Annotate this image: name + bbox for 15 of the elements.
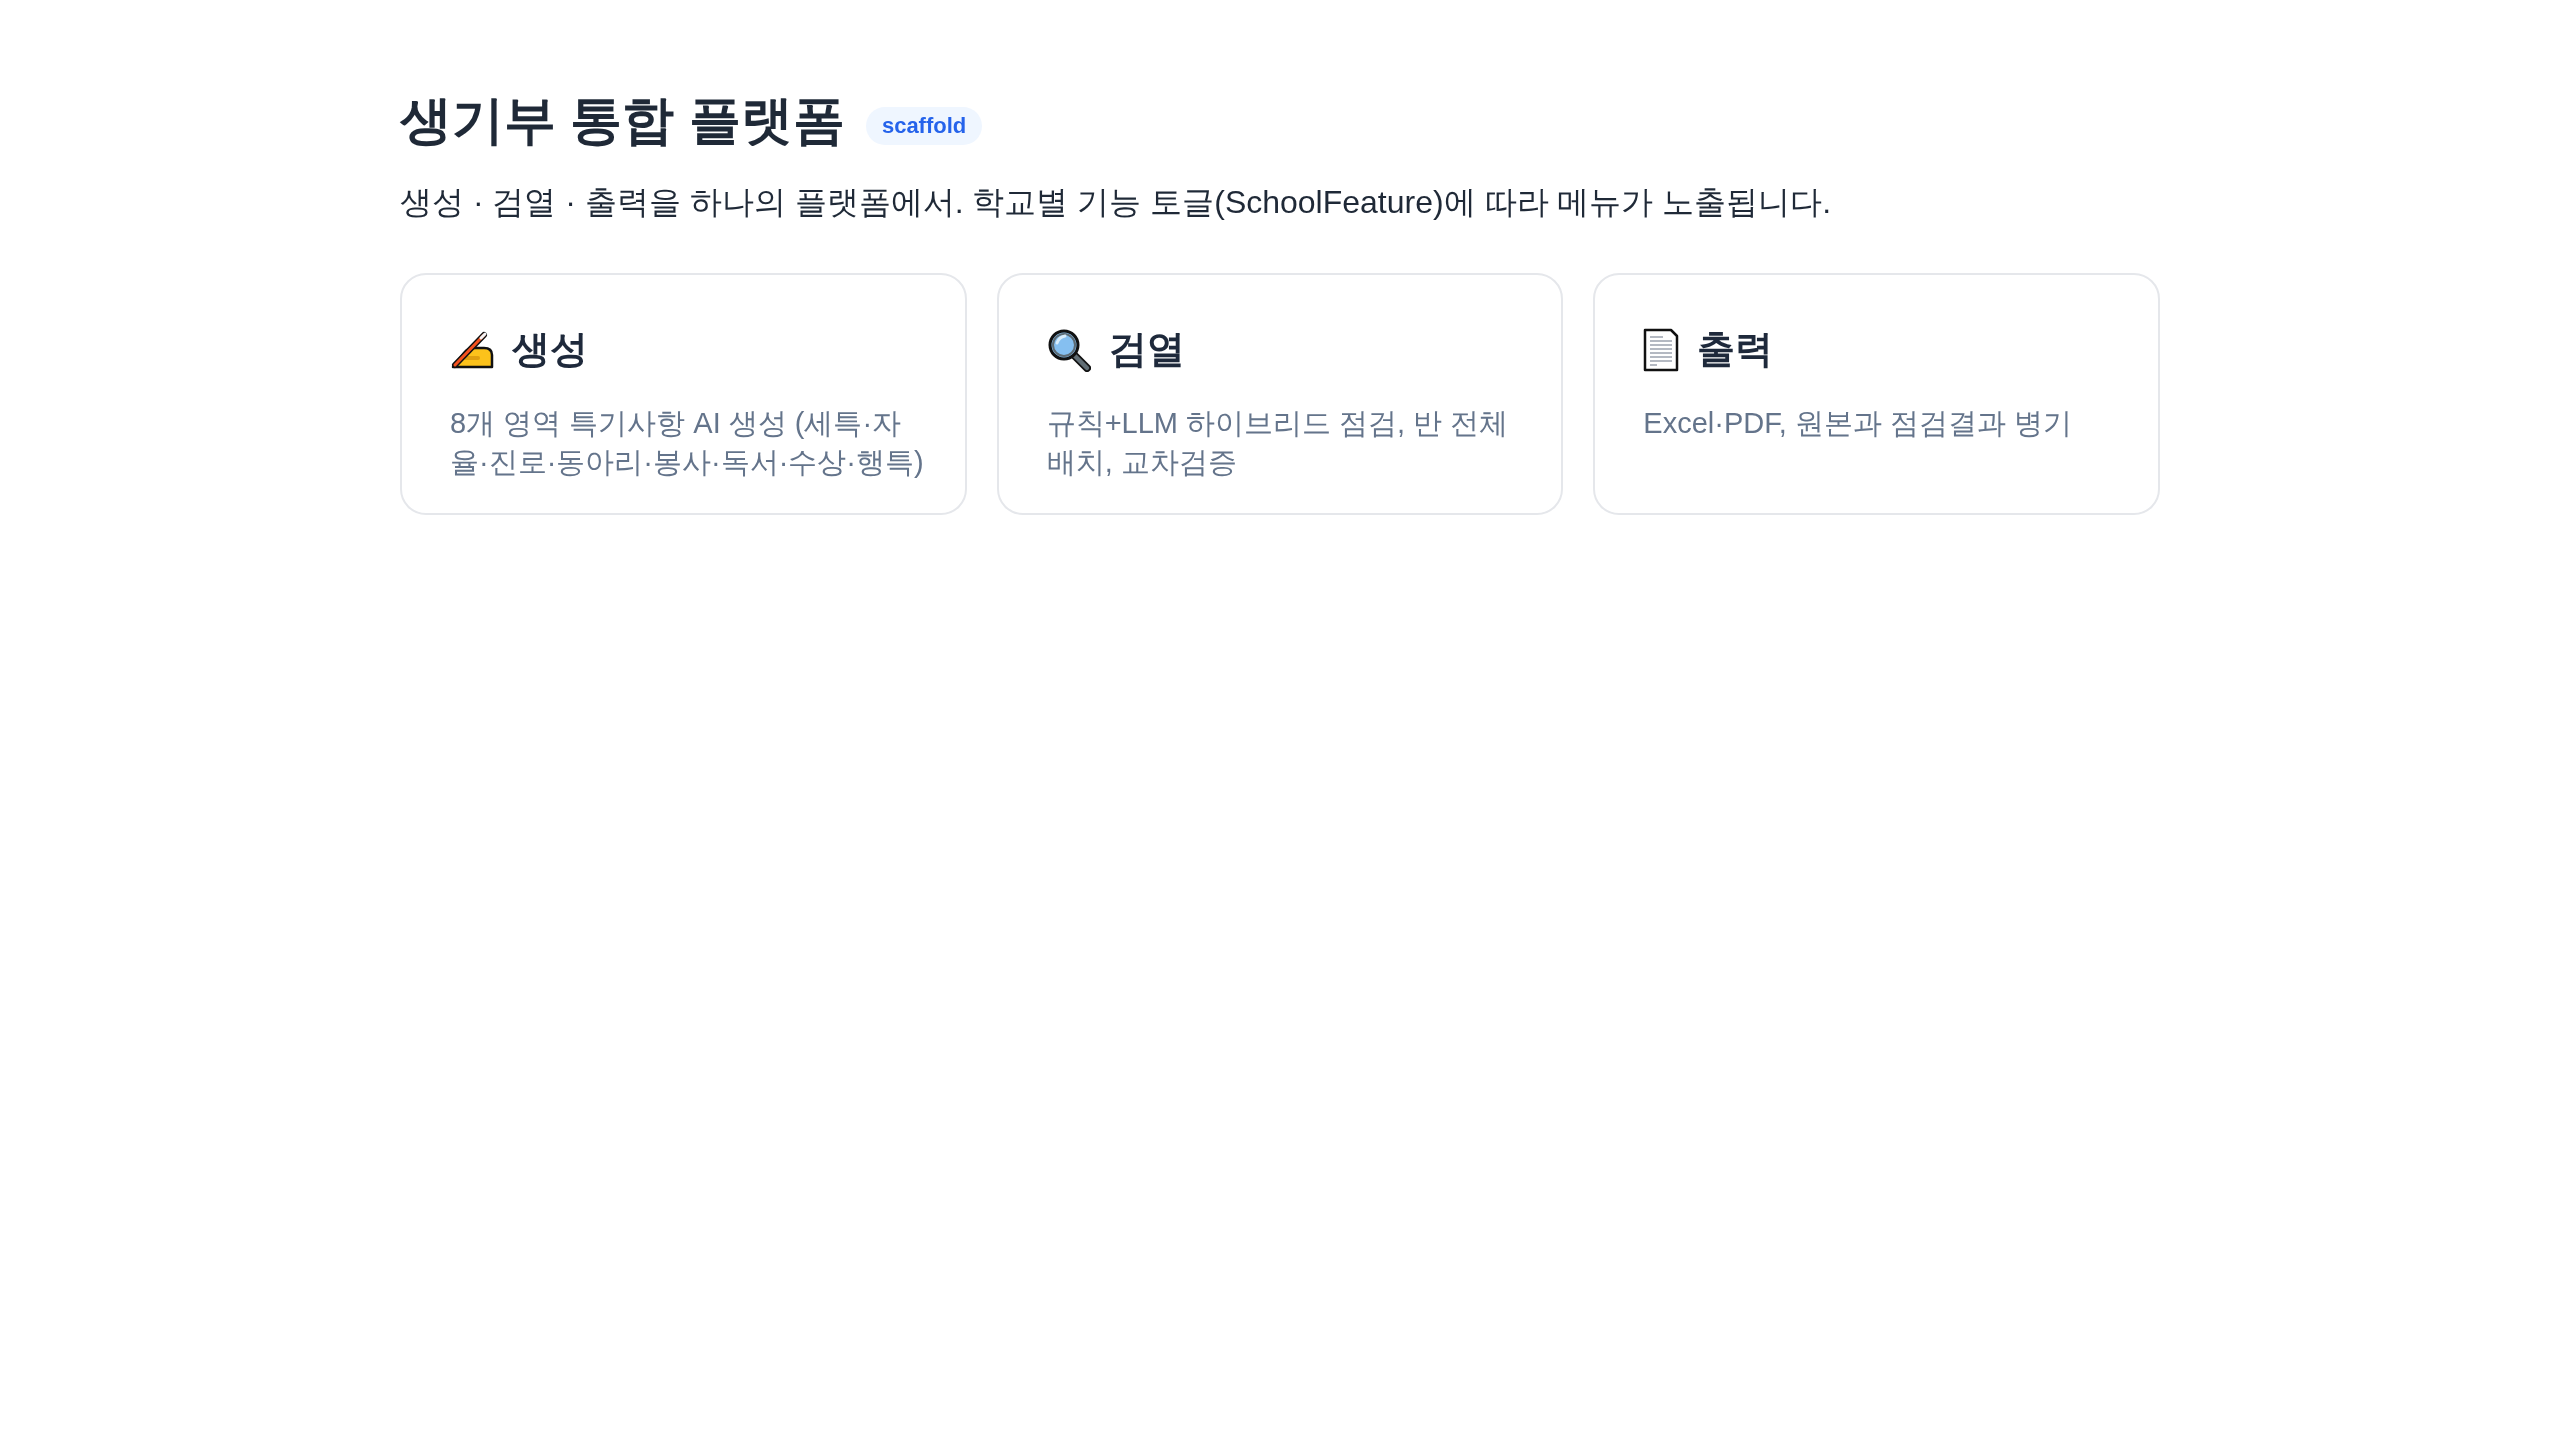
card-description: 규칙+LLM 하이브리드 점검, 반 전체 배치, 교차검증: [1046, 406, 1510, 480]
feature-card[interactable]: 검열 규칙+LLM 하이브리드 점검, 반 전체 배치, 교차검증: [996, 273, 1564, 515]
feature-card[interactable]: 출력 Excel·PDF, 원본과 점검결과 병기: [1593, 273, 2160, 515]
page-subtitle: 생성 · 검열 · 출력을 하나의 플랫폼에서. 학교별 기능 토글(SchoolFeature)에 따라 메뉴가 노출됩니다.: [400, 183, 1833, 222]
card-title: 검열: [1108, 327, 1185, 372]
document-icon: [1643, 327, 1680, 372]
page-title: 생기부 통합 플랫폼: [400, 90, 845, 151]
card-description: 8개 영역 특기사항 AI 생성 (세특·자율·진로·동아리·봉사·독서·수상·행특): [450, 406, 925, 480]
status-badge: scaffold: [865, 107, 983, 145]
card-title: 출력: [1697, 327, 1774, 372]
card-title: 생성: [512, 327, 588, 372]
search-icon: [1046, 327, 1091, 372]
card-description: Excel·PDF, 원본과 점검결과 병기: [1643, 406, 2073, 441]
feature-card[interactable]: 생성 8개 영역 특기사항 AI 생성 (세특·자율·진로·동아리·봉사·독서·수상·행특): [400, 273, 967, 515]
writing-hand-icon: [450, 330, 494, 369]
